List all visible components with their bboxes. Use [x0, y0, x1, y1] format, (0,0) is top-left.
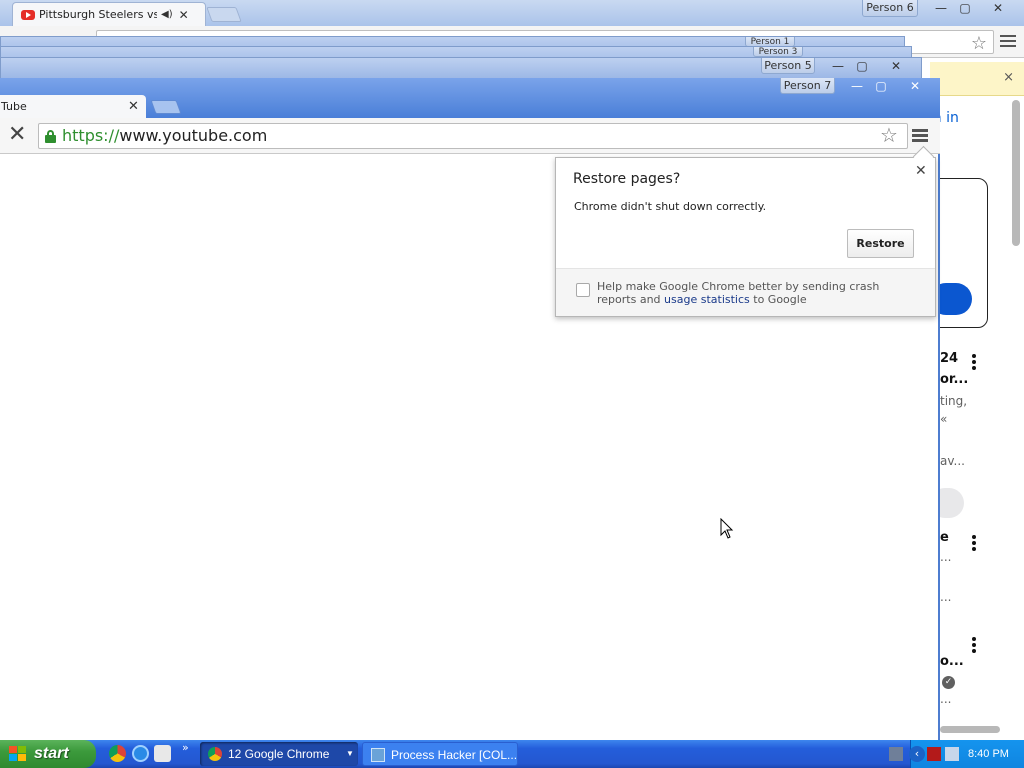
crash-reports-checkbox[interactable]	[576, 283, 590, 297]
infobar-close-icon[interactable]: ×	[1003, 70, 1014, 85]
chip-button[interactable]	[940, 488, 964, 518]
person-badge-3[interactable]: Person 3	[753, 47, 803, 57]
windows-logo-icon	[9, 746, 27, 762]
verified-check-icon: ✓	[942, 676, 955, 689]
bubble-close-icon[interactable]: ✕	[915, 163, 927, 179]
taskbar-chrome-label: 12 Google Chrome	[228, 747, 330, 761]
virtualbox-icon[interactable]	[154, 745, 171, 762]
crash-reports-label: Help make Google Chrome better by sendin…	[597, 280, 917, 306]
address-bar[interactable]: https://www.youtube.com	[38, 123, 908, 149]
start-button[interactable]: start	[0, 740, 96, 768]
person-badge-7[interactable]: Person 7	[780, 78, 835, 94]
tray-app-icon[interactable]	[927, 747, 941, 761]
url-scheme: https://	[62, 126, 120, 145]
background-title-bar: Pittsburgh Steelers vs. Cl ◀) ✕ Person 6…	[0, 0, 1024, 26]
restore-pages-bubble: ✕ Restore pages? Chrome didn't shut down…	[555, 157, 936, 317]
background-maximize-button[interactable]: ▢	[950, 1, 980, 17]
video-title-3[interactable]: o...	[940, 654, 964, 669]
network-icon[interactable]	[945, 747, 959, 761]
background-horizontal-scrollbar-thumb[interactable]	[940, 726, 1000, 733]
foreground-tab-close-icon[interactable]: ✕	[128, 95, 139, 118]
crash-text-after: to Google	[749, 293, 807, 306]
video-meta-1c: av...	[940, 454, 965, 468]
tray-collapse-icon[interactable]: ‹	[909, 746, 925, 762]
foreground-tab-title: Tube	[1, 100, 27, 113]
system-tray: ‹ 8:40 PM	[889, 740, 1024, 768]
bookmark-star-icon[interactable]: ☆	[880, 124, 898, 146]
stacked-window-frame-3: Person 5 — ▢ ✕	[0, 57, 922, 79]
video-title-1b[interactable]: or...	[940, 372, 968, 387]
background-menu-icon[interactable]	[1000, 32, 1016, 50]
person-badge-6[interactable]: Person 6	[862, 0, 918, 17]
background-new-tab-button[interactable]	[206, 7, 242, 22]
video-title-2[interactable]: e	[940, 530, 949, 545]
taskbar-button-process-hacker[interactable]: Process Hacker [COL...	[362, 742, 518, 766]
background-close-button[interactable]: ✕	[983, 1, 1013, 17]
keyboard-icon[interactable]	[889, 747, 903, 761]
card-action-button[interactable]	[940, 283, 972, 315]
close-window-button[interactable]: ✕	[900, 79, 930, 95]
restore-button[interactable]: Restore	[847, 229, 914, 258]
foreground-title-bar: Tube ✕ Person 7 — ▢ ✕	[0, 78, 940, 118]
video-meta-2: ...	[940, 550, 952, 564]
bubble-title: Restore pages?	[573, 171, 681, 187]
foreground-tab[interactable]: Tube ✕	[0, 95, 146, 118]
maximize-button[interactable]: ▢	[866, 79, 896, 95]
sign-in-link[interactable]: ign in	[940, 110, 980, 126]
chrome-quicklaunch-icon[interactable]	[109, 745, 126, 762]
background-scrollbar-thumb[interactable]	[1012, 100, 1020, 246]
background-tab-close-icon[interactable]: ✕	[179, 8, 189, 22]
background-tab[interactable]: Pittsburgh Steelers vs. Cl ◀) ✕	[12, 2, 206, 26]
start-label: start	[34, 745, 69, 762]
video-meta-2b: ...	[940, 590, 952, 604]
internet-explorer-icon[interactable]	[132, 745, 149, 762]
process-hacker-icon	[371, 748, 385, 762]
usage-statistics-link[interactable]: usage statistics	[664, 293, 750, 306]
video-meta-3: ...	[940, 692, 952, 706]
stacked-maximize-button[interactable]: ▢	[847, 59, 877, 75]
new-tab-button[interactable]	[150, 100, 182, 114]
speaker-icon[interactable]: ◀)	[161, 9, 173, 20]
stacked-close-button[interactable]: ✕	[881, 59, 911, 75]
taskbar-process-hacker-label: Process Hacker [COL...	[391, 748, 518, 762]
taskbar-button-chrome[interactable]: 12 Google Chrome ▼	[200, 742, 358, 766]
taskbar: start » 12 Google Chrome ▼ Process Hacke…	[0, 740, 1024, 768]
clock[interactable]: 8:40 PM	[968, 740, 1009, 768]
chrome-menu-icon[interactable]	[912, 129, 928, 144]
more-options-icon[interactable]	[972, 535, 976, 553]
quicklaunch-more-icon[interactable]: »	[182, 741, 189, 754]
person-badge-5[interactable]: Person 5	[761, 58, 815, 74]
mouse-cursor-icon	[720, 518, 734, 539]
lock-icon[interactable]	[45, 130, 56, 143]
more-options-icon[interactable]	[972, 354, 976, 372]
video-meta-1b: «	[940, 412, 948, 426]
url-host: www.youtube.com	[119, 126, 268, 145]
toolbar: ✕ https://www.youtube.com ☆	[0, 118, 940, 154]
youtube-favicon-icon	[21, 9, 35, 20]
video-title-1a[interactable]: 24	[940, 351, 958, 366]
background-star-icon[interactable]: ☆	[971, 33, 987, 54]
more-options-icon[interactable]	[972, 637, 976, 655]
group-dropdown-icon[interactable]: ▼	[346, 742, 354, 766]
video-meta-1a: ting,	[940, 394, 968, 408]
bubble-message: Chrome didn't shut down correctly.	[574, 200, 767, 213]
chrome-icon	[208, 747, 222, 761]
stop-loading-icon[interactable]: ✕	[8, 123, 26, 147]
background-infobar: ×	[930, 62, 1024, 96]
background-tab-title: Pittsburgh Steelers vs. Cl	[39, 8, 157, 21]
bubble-footer: Help make Google Chrome better by sendin…	[556, 268, 935, 316]
